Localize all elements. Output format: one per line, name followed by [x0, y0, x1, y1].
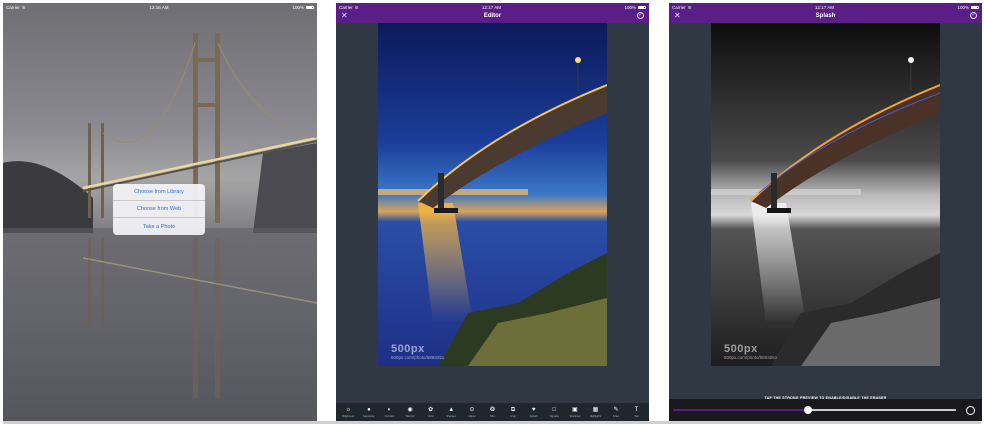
- bay-bridge-splash-image: [711, 23, 940, 366]
- choose-from-web-button[interactable]: Choose from Web: [113, 201, 205, 218]
- highlights-icon: ▦: [592, 406, 599, 413]
- status-bar: Carrier ≋ 12:16 AM 100%: [3, 3, 317, 12]
- photo-watermark: 500px 500px.com/photo/5863251: [391, 343, 444, 360]
- tool-highlights[interactable]: ▦ Highlights: [585, 407, 605, 418]
- check-icon[interactable]: ✓: [637, 12, 644, 19]
- status-bar: Carrier ≋ 12:17 AM 100%: [336, 3, 649, 12]
- battery-icon: [970, 5, 979, 10]
- tool-contrast[interactable]: ◐ Contrast: [379, 407, 399, 418]
- drop-icon: ●: [367, 406, 371, 413]
- screen-editor: ✕ Editor ✓ Carrier ≋ 12:17 AM 100% 500px…: [336, 3, 649, 421]
- slider-knob[interactable]: [804, 406, 812, 414]
- crop-icon: ⧉: [510, 406, 516, 413]
- watermark-url: 500px.com/photo/5863251: [391, 355, 445, 360]
- screen-splash: ✕ Splash ✓ Carrier ≋ 12:17 AM 100% 500px…: [669, 3, 982, 421]
- battery-label: 100%: [292, 5, 304, 10]
- text-icon: T: [634, 406, 639, 413]
- tool-draw[interactable]: ✎ Draw: [606, 407, 626, 418]
- wifi-icon: ≋: [687, 4, 692, 10]
- tool-vignette[interactable]: □ Vignette: [544, 407, 564, 418]
- vignette-icon: □: [552, 406, 557, 413]
- contrast-icon: ◐: [387, 406, 392, 413]
- wifi-icon: ≋: [354, 4, 359, 10]
- carrier-label: Carrier: [6, 5, 20, 10]
- watermark-logo: 500px: [724, 343, 758, 355]
- triangle-icon: ▲: [448, 406, 455, 413]
- blur-icon: ❂: [489, 406, 495, 413]
- brush-size-slider[interactable]: [673, 409, 956, 411]
- tool-saturation[interactable]: ● Saturation: [359, 407, 379, 418]
- status-time: 12:16 AM: [149, 5, 169, 10]
- shadows-icon: ▣: [571, 406, 578, 413]
- tool-warmth[interactable]: ◉ Warmth: [400, 407, 420, 418]
- vivid-icon: ✿: [428, 406, 434, 413]
- tool-text[interactable]: T Text: [627, 407, 647, 418]
- status-time: 12:17 AM: [815, 5, 835, 10]
- bay-bridge-color-image: [378, 23, 607, 366]
- carrier-label: Carrier: [339, 5, 353, 10]
- page-title: Editor: [483, 13, 502, 19]
- sun-icon: ☼: [345, 406, 352, 413]
- tool-bar: ☼ Brightness ● Saturation ◐ Contrast ◉ Warmt…: [336, 403, 649, 421]
- splash-photo[interactable]: 500px 500px.com/photo/5863251: [711, 23, 940, 366]
- photo-watermark: 500px 500px.com/photo/5863251: [724, 343, 777, 360]
- action-sheet: Choose from Library Choose from Web Take…: [113, 184, 205, 235]
- battery-label: 100%: [624, 5, 636, 10]
- status-time: 12:17 AM: [482, 5, 502, 10]
- splash-icon: ♥: [531, 406, 536, 413]
- adjust-icon: ⊙: [469, 406, 475, 413]
- take-a-photo-button[interactable]: Take a Photo: [113, 218, 205, 235]
- tool-vivid[interactable]: ✿ Vivid: [421, 407, 441, 418]
- watermark-logo: 500px: [391, 343, 425, 355]
- tool-blur[interactable]: ❂ Blur: [482, 407, 502, 418]
- screen-photo-source: Carrier ≋ 12:16 AM 100% Choose from Libra…: [3, 3, 317, 421]
- wifi-icon: ≋: [21, 4, 26, 10]
- tool-splash[interactable]: ♥ Splash: [524, 407, 544, 418]
- choose-from-library-button[interactable]: Choose from Library: [113, 184, 205, 201]
- thermometer-icon: ◉: [407, 406, 413, 413]
- tool-brightness[interactable]: ☼ Brightness: [338, 407, 358, 418]
- status-bar: Carrier ≋ 12:17 AM 100%: [669, 3, 982, 12]
- tool-adjust[interactable]: ⊙ Adjust: [462, 407, 482, 418]
- editor-photo[interactable]: 500px 500px.com/photo/5863251: [378, 23, 607, 366]
- page-title: Splash: [815, 13, 836, 19]
- battery-icon: [637, 5, 646, 10]
- watermark-url: 500px.com/photo/5863251: [724, 355, 778, 360]
- eraser-icon[interactable]: [966, 406, 975, 415]
- battery-label: 100%: [957, 5, 969, 10]
- tool-crop[interactable]: ⧉ Crop: [503, 407, 523, 418]
- tool-sharpen[interactable]: ▲ Sharpen: [441, 407, 461, 418]
- battery-icon: [305, 5, 314, 10]
- tool-shadows[interactable]: ▣ Shadows: [565, 407, 585, 418]
- carrier-label: Carrier: [672, 5, 686, 10]
- check-icon[interactable]: ✓: [970, 12, 977, 19]
- pencil-icon: ✎: [613, 406, 619, 413]
